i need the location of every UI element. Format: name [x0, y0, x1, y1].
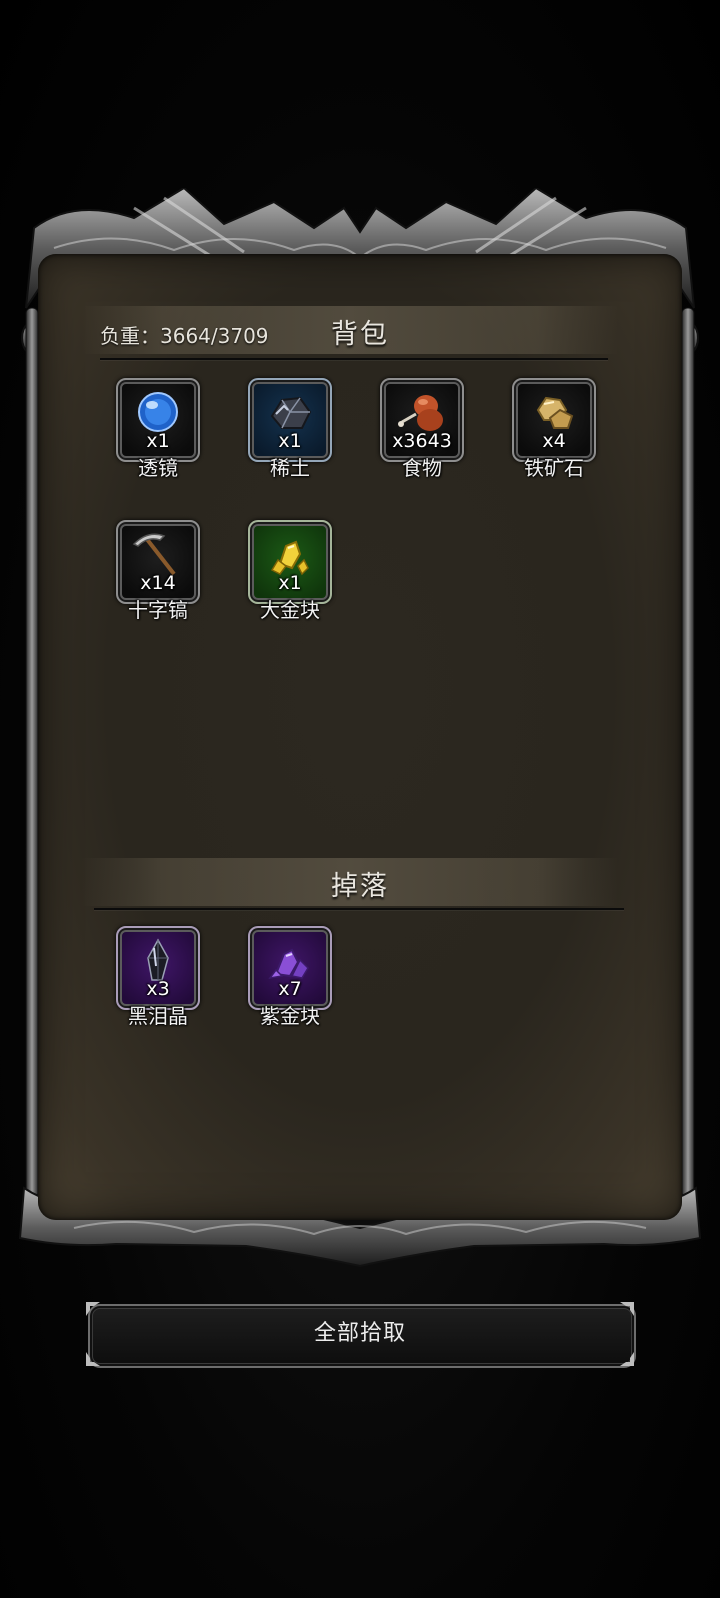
item-name: 黑泪晶 [128, 1004, 188, 1028]
inventory-slot-food[interactable]: x3643 食物 [380, 378, 464, 480]
inventory-slot-iron-ore[interactable]: x4 铁矿石 [512, 378, 596, 480]
item-name: 稀土 [270, 456, 310, 480]
item-name: 紫金块 [260, 1004, 320, 1028]
item-count: x3643 [392, 430, 452, 452]
collect-all-label: 全部拾取 [313, 1321, 406, 1346]
item-name: 食物 [402, 456, 442, 480]
inventory-slot-lens[interactable]: x1 透镜 [116, 378, 200, 480]
item-count: x1 [278, 430, 302, 452]
collect-all-button[interactable]: 全部拾取 [86, 1302, 636, 1368]
item-name: 大金块 [260, 598, 320, 622]
drop-slot-black-tear-crystal[interactable]: x3 黑泪晶 [116, 926, 200, 1028]
inventory-slot-pickaxe[interactable]: x14 十字镐 [116, 520, 200, 622]
item-count: x3 [146, 978, 170, 1000]
backpack-divider [100, 358, 608, 360]
item-count: x1 [146, 430, 170, 452]
item-count: x4 [542, 430, 566, 452]
weight-readout: 负重：3664/3709 [100, 324, 269, 348]
drop-slot-purple-gold[interactable]: x7 紫金块 [248, 926, 332, 1028]
item-name: 十字镐 [128, 598, 188, 622]
item-count: x7 [278, 978, 302, 1000]
game-screen: 背包 负重：3664/3709 x1 透镜 x1 稀土 x3643 食物 x4 … [0, 0, 720, 1598]
item-name: 透镜 [138, 456, 178, 480]
inventory-slot-gold-nugget[interactable]: x1 大金块 [248, 520, 332, 622]
inventory-slot-rare-earth[interactable]: x1 稀土 [248, 378, 332, 480]
item-count: x14 [140, 572, 176, 594]
item-name: 铁矿石 [524, 456, 584, 480]
drops-title: 掉落 [331, 871, 389, 902]
drops-divider [94, 908, 624, 910]
item-count: x1 [278, 572, 302, 594]
